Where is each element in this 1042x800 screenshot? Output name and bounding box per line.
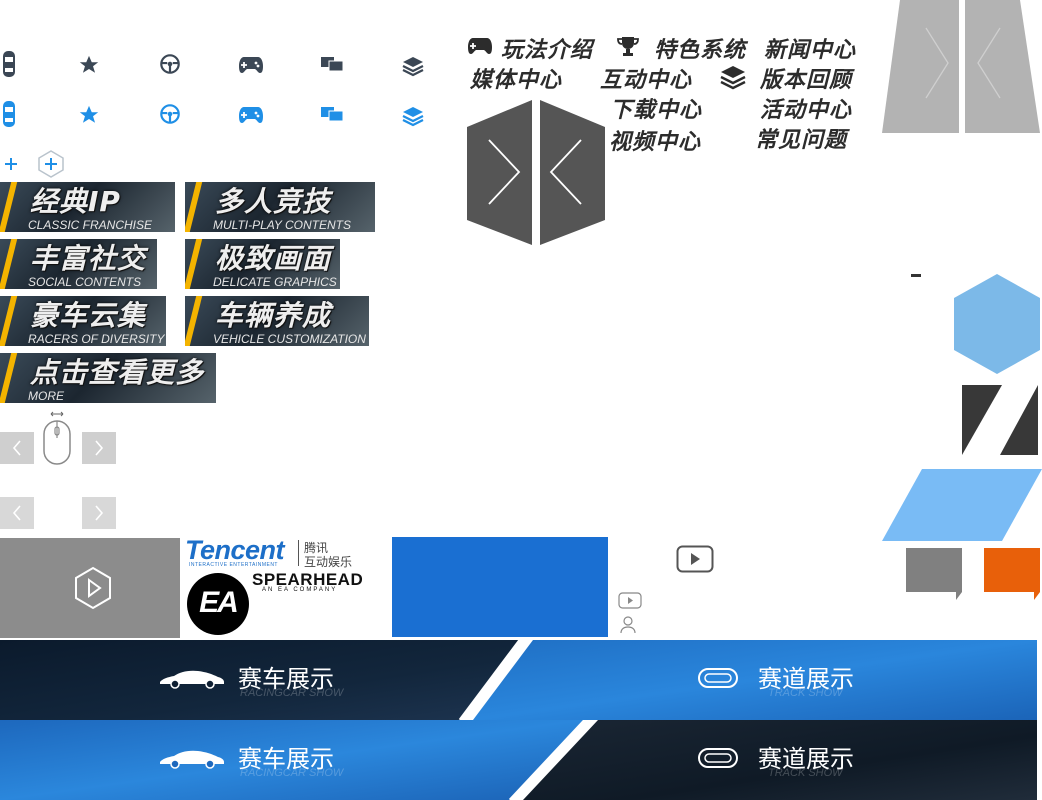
video-thumbnail[interactable] (0, 538, 180, 638)
grey-tab-shape (906, 548, 964, 600)
prev-button[interactable] (0, 497, 34, 529)
spearhead-logo: SPEARHEAD AN EA COMPANY (252, 570, 392, 596)
tile-classic-ip[interactable]: 经典IP CLASSIC FRANCHISE (0, 182, 175, 232)
car-showcase-subtitle: RACINGCAR SHOW (240, 687, 344, 699)
hexagon-shape (952, 274, 1042, 374)
tencent-cn-line2: 互动娱乐 (304, 555, 353, 569)
ea-logo: EA (187, 573, 249, 635)
tile-subtitle: MORE (28, 389, 64, 403)
chevron-left-icon (12, 440, 21, 456)
play-button-icon[interactable] (618, 592, 642, 609)
tile-multiplayer[interactable]: 多人竞技 MULTI-PLAY CONTENTS (185, 182, 375, 232)
logo-divider (298, 540, 299, 566)
car-showcase-subtitle: RACINGCAR SHOW (240, 767, 344, 779)
showcase-tabs-track-active: 赛车展示 RACINGCAR SHOW 赛道展示 TRACK SHOW (0, 720, 1037, 800)
spearhead-subtitle: AN EA COMPANY (262, 587, 338, 593)
gamepad-icon (467, 34, 493, 56)
next-button[interactable] (82, 432, 116, 464)
nav-faq[interactable]: 常见问题 (755, 122, 847, 154)
track-showcase-subtitle: TRACK SHOW (768, 687, 843, 699)
tencent-logo: Tencent INTERACTIVE ENTERTAINMENT 腾讯 互动娱… (185, 535, 385, 571)
plus-icon[interactable] (3, 156, 19, 172)
track-icon (698, 748, 738, 768)
nav-videos[interactable]: 视频中心 (609, 124, 701, 156)
nav-features[interactable]: 特色系统 (654, 32, 746, 64)
tile-title: 极致画面 (215, 242, 332, 275)
tile-title: 点击查看更多 (30, 356, 205, 389)
layers-icon (401, 105, 425, 127)
tile-subtitle: CLASSIC FRANCHISE (28, 218, 153, 232)
tile-racers[interactable]: 豪车云集 RACERS OF DIVERSITY (0, 296, 166, 346)
arrow-trapezoid-icon[interactable] (882, 0, 1042, 134)
nav-interactive[interactable]: 互动中心 (600, 62, 692, 94)
tile-graphics[interactable]: 极致画面 DELICATE GRAPHICS (185, 239, 340, 289)
chat-icon (320, 106, 344, 124)
tile-subtitle: DELICATE GRAPHICS (213, 275, 337, 289)
tile-title: 丰富社交 (30, 242, 147, 275)
tile-more[interactable]: 点击查看更多 MORE (0, 353, 216, 403)
car-topview-icon (2, 100, 16, 128)
chevron-right-icon (95, 440, 104, 456)
play-hexagon-icon (75, 566, 111, 610)
nav-versions[interactable]: 版本回顾 (760, 62, 852, 94)
ea-wordmark: EA (199, 586, 239, 619)
gamepad-icon (238, 104, 264, 124)
showcase-tabs-car-active: 赛车展示 RACINGCAR SHOW 赛道展示 TRACK SHOW (0, 640, 1037, 720)
user-icon[interactable] (620, 616, 636, 634)
star-icon (78, 104, 100, 126)
tile-title: 经典IP (30, 185, 121, 218)
mouse-scroll-icon (42, 408, 72, 466)
chevron-left-icon (12, 505, 21, 521)
track-icon (698, 668, 738, 688)
nav-events[interactable]: 活动中心 (760, 92, 852, 124)
layers-icon (718, 64, 748, 90)
chat-icon (320, 56, 344, 74)
tencent-subtitle: INTERACTIVE ENTERTAINMENT (189, 562, 278, 568)
gamepad-icon (238, 54, 264, 74)
tile-subtitle: VEHICLE CUSTOMIZATION (213, 332, 366, 346)
car-side-icon (160, 750, 224, 769)
prev-button[interactable] (0, 432, 34, 464)
tile-title: 豪车云集 (30, 299, 147, 332)
track-showcase-subtitle: TRACK SHOW (768, 767, 843, 779)
tile-social[interactable]: 丰富社交 SOCIAL CONTENTS (0, 239, 157, 289)
next-button[interactable] (82, 497, 116, 529)
car-side-icon (160, 670, 224, 689)
layers-icon (401, 55, 425, 77)
plus-hexagon-icon[interactable] (37, 150, 65, 178)
steering-wheel-icon (159, 53, 181, 75)
dash-mark (911, 274, 921, 277)
tile-subtitle: RACERS OF DIVERSITY (28, 332, 165, 346)
play-button-icon[interactable] (676, 545, 714, 573)
tile-title: 多人竞技 (215, 185, 332, 218)
nav-news[interactable]: 新闻中心 (764, 32, 856, 64)
hexagon-arrows-icon[interactable] (467, 100, 605, 245)
orange-tab-shape (984, 548, 1042, 600)
blue-block (392, 537, 608, 637)
star-icon (78, 54, 100, 76)
steering-wheel-icon (159, 103, 181, 125)
nav-download[interactable]: 下载中心 (610, 92, 702, 124)
tile-subtitle: MULTI-PLAY CONTENTS (213, 218, 352, 232)
nav-media[interactable]: 媒体中心 (470, 62, 562, 94)
tile-customization[interactable]: 车辆养成 VEHICLE CUSTOMIZATION (185, 296, 369, 346)
trophy-icon (616, 35, 640, 57)
nav-gameplay[interactable]: 玩法介绍 (501, 32, 593, 64)
car-topview-icon (2, 50, 16, 78)
tile-title: 车辆养成 (215, 299, 332, 332)
slash-shape (960, 385, 1042, 457)
parallelogram-shape (882, 469, 1042, 541)
chevron-right-icon (95, 505, 104, 521)
tile-subtitle: SOCIAL CONTENTS (28, 275, 142, 289)
